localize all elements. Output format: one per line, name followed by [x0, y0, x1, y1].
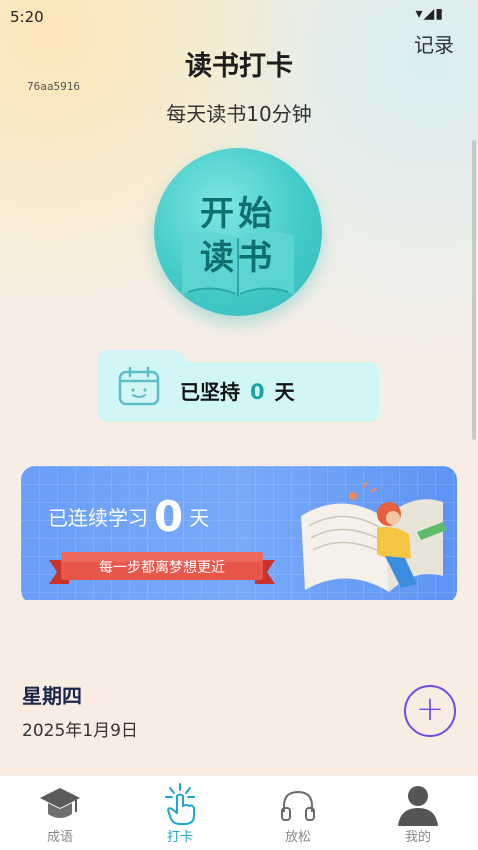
- motto-text: 每一步都离梦想更近: [99, 560, 225, 576]
- add-record-button[interactable]: +: [404, 685, 456, 737]
- date-label: 2025年1月9日: [22, 721, 138, 741]
- plus-icon: +: [415, 689, 445, 729]
- scrollbar[interactable]: [472, 140, 476, 440]
- nav-label-mine: 我的: [404, 830, 431, 845]
- person-icon: [398, 786, 438, 826]
- persist-count: 0: [250, 380, 265, 404]
- start-reading-button[interactable]: 开始 读书: [154, 148, 322, 316]
- calendar-icon: [118, 366, 160, 406]
- status-icons: ▾◢▮: [415, 6, 444, 22]
- motto-ribbon: 每一步都离梦想更近: [49, 550, 275, 586]
- status-bar: 5:20 ▾◢▮: [0, 0, 478, 30]
- bottom-nav: 成语 打卡 放松 我的: [0, 775, 478, 850]
- streak-banner: 已连续学习 0 天 每一步都离梦想更近: [21, 466, 457, 604]
- nav-label-relax: 放松: [284, 830, 311, 845]
- reading-girl-illustration: [301, 481, 447, 592]
- streak-count: 0: [154, 492, 184, 541]
- weekday-label: 星期四: [22, 684, 82, 708]
- start-label-line1: 开始: [200, 194, 276, 234]
- tap-hand-icon: [165, 783, 195, 825]
- status-time: 5:20: [10, 8, 44, 26]
- persist-days-text: 已坚持 0 天: [180, 376, 295, 405]
- persist-suffix: 天: [274, 380, 295, 404]
- streak-prefix: 已连续学习: [48, 506, 148, 530]
- page-title: 读书打卡: [185, 51, 293, 82]
- nav-label-checkin: 打卡: [166, 830, 193, 845]
- nav-item-mine[interactable]: 我的: [378, 782, 458, 845]
- nav-item-checkin[interactable]: 打卡: [140, 782, 220, 845]
- nav-item-idioms[interactable]: 成语: [20, 782, 100, 845]
- page-subtitle: 每天读书10分钟: [166, 102, 312, 126]
- streak-text: 已连续学习 0 天: [48, 492, 209, 541]
- graduation-cap-icon: [40, 788, 80, 818]
- nav-label-idioms: 成语: [46, 830, 73, 845]
- start-label-line2: 读书: [200, 238, 276, 278]
- persist-prefix: 已坚持: [180, 380, 240, 404]
- headphones-icon: [281, 790, 315, 821]
- streak-suffix: 天: [189, 506, 210, 530]
- persist-days-card: 已坚持 0 天: [98, 350, 379, 422]
- nav-item-relax[interactable]: 放松: [258, 782, 338, 845]
